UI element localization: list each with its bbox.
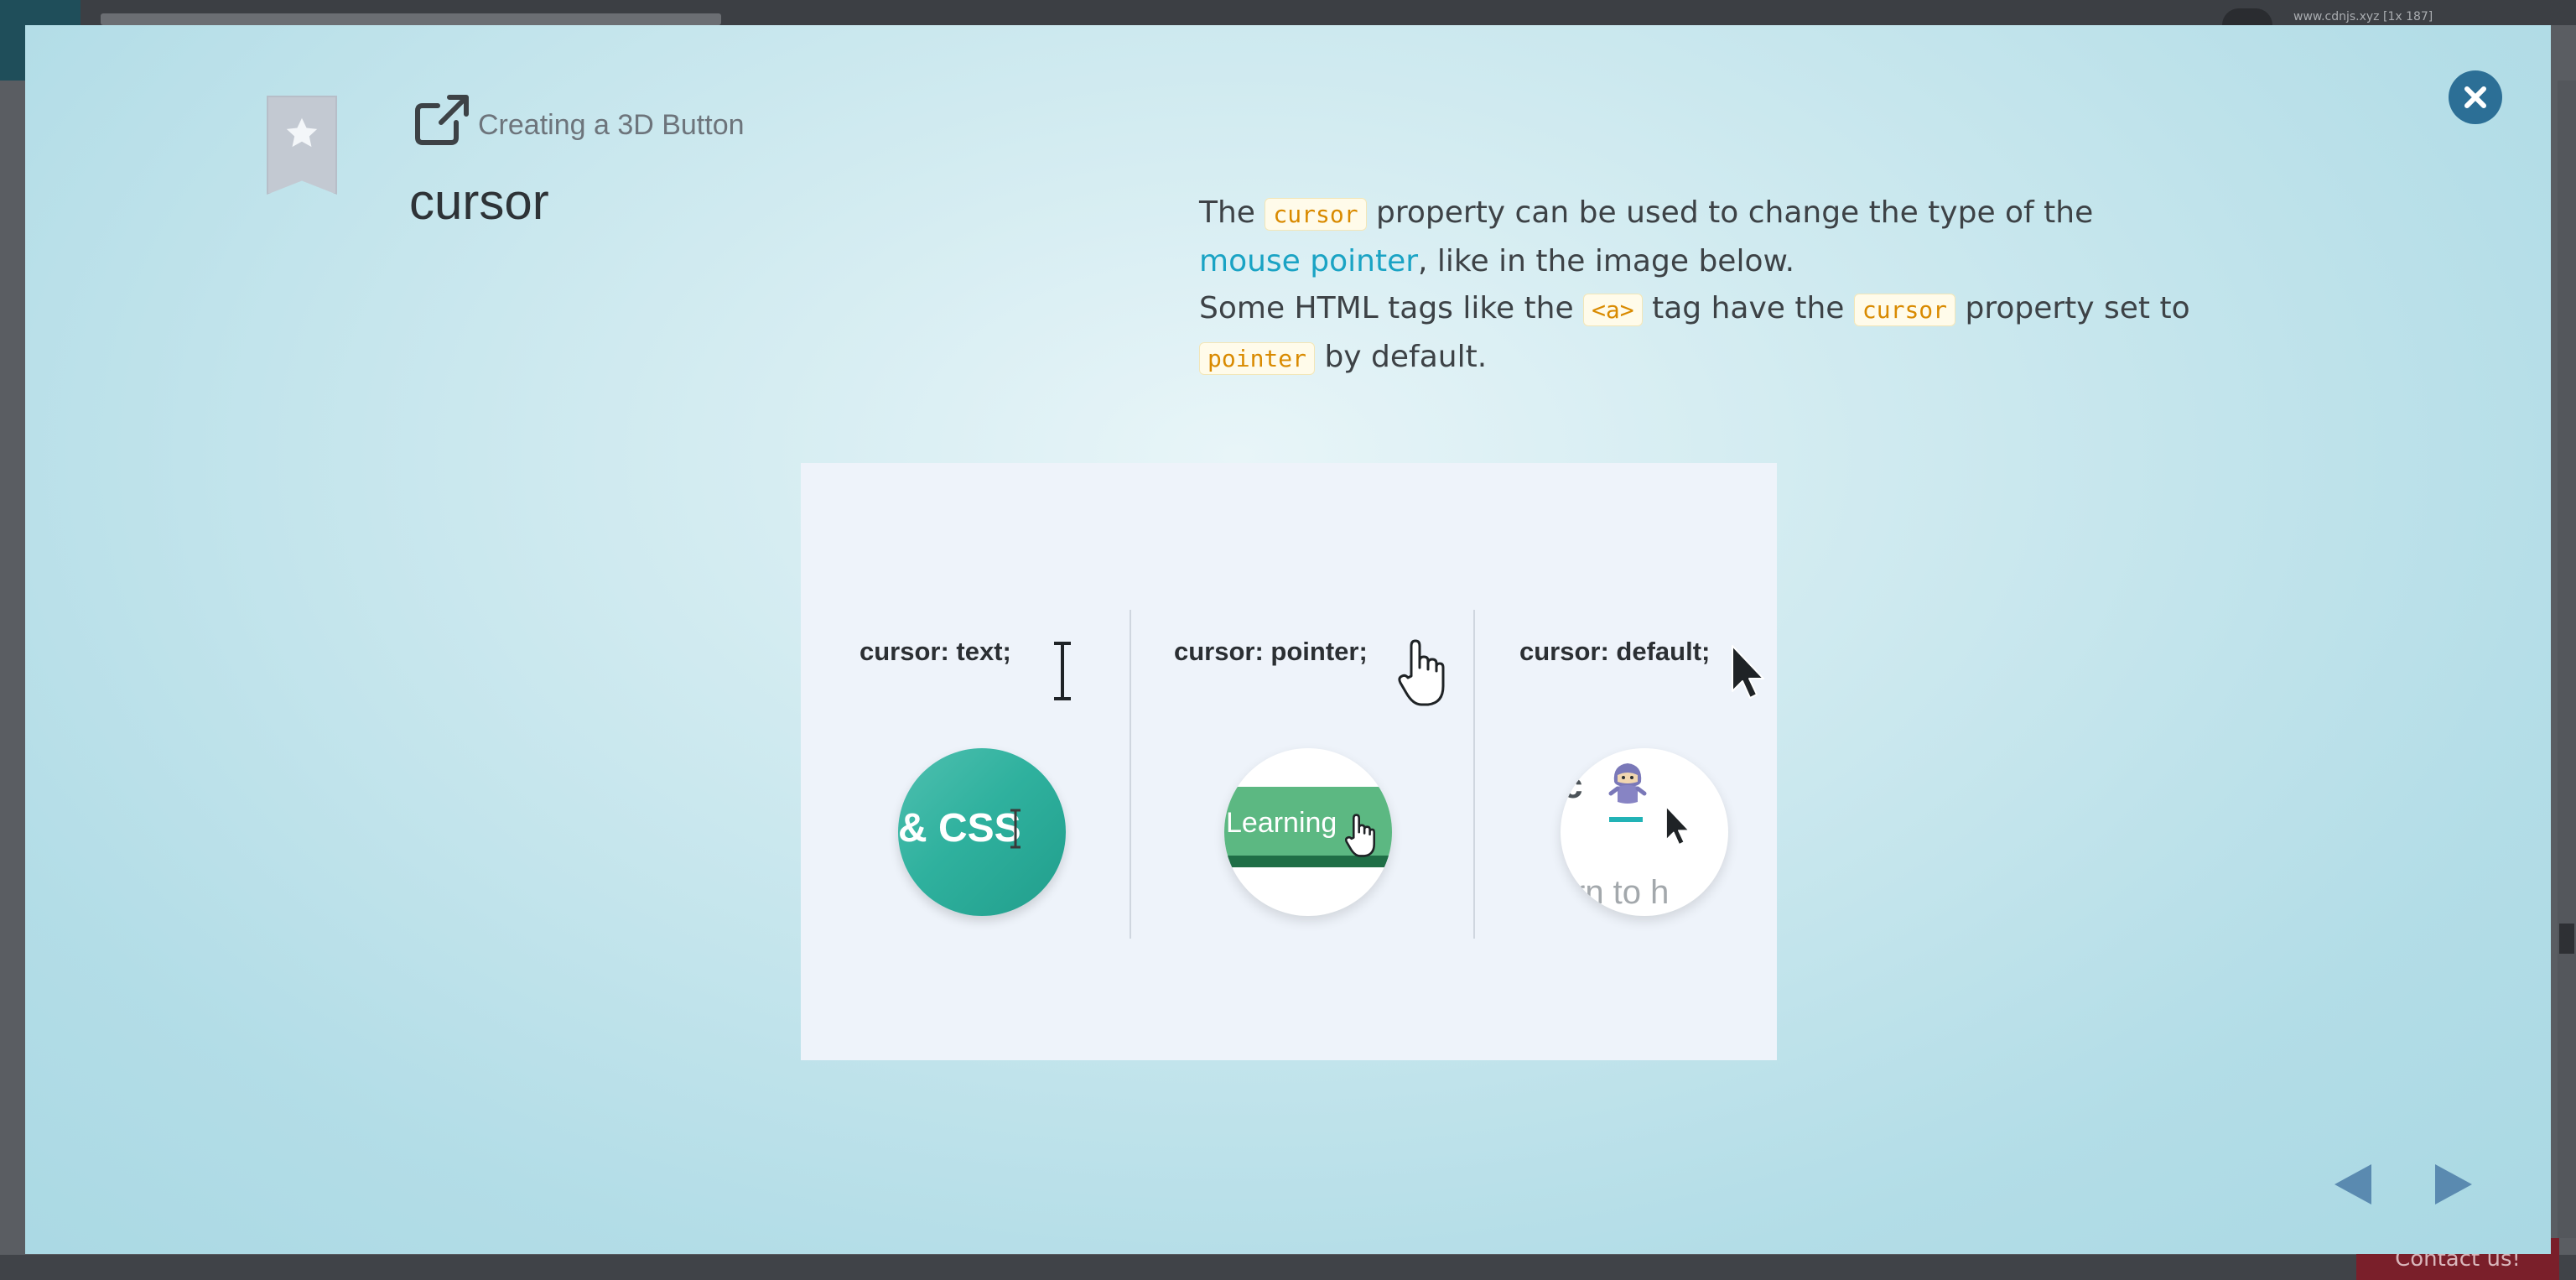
ninja-mascot-icon (1608, 763, 1647, 804)
background-search-bar (101, 13, 721, 25)
description-line-4: pointer by default. (1199, 334, 2256, 382)
code-cursor: cursor (1853, 294, 1956, 326)
cursor-illustration: cursor: text; cursor: pointer; cursor: d… (801, 463, 1777, 1060)
code-cursor: cursor (1265, 198, 1367, 231)
hand-pointer-icon (1398, 639, 1445, 706)
external-link-icon[interactable] (413, 92, 471, 148)
desc-text: , like in the image below. (1418, 244, 1795, 278)
background-bottom-bar (0, 1255, 2576, 1280)
arrow-cursor-icon (1732, 645, 1764, 699)
illustration-divider (1473, 610, 1475, 939)
bookmark-button[interactable] (267, 96, 337, 195)
illustration-divider (1130, 610, 1131, 939)
star-icon (286, 117, 318, 148)
arrow-right-icon[interactable] (2430, 1159, 2477, 1210)
cursor-text-label: cursor: text; (860, 637, 1011, 666)
background-url-text: www.cdnjs.xyz [1x 187] (2293, 10, 2433, 23)
text-cursor-icon (1054, 642, 1071, 700)
lesson-title: Creating a 3D Button (478, 109, 745, 141)
hand-pointer-icon (1345, 814, 1375, 857)
arrow-cursor-icon (1665, 806, 1690, 846)
text-cursor-example: & CSS (898, 748, 1066, 916)
pointer-cursor-example: Learning (1224, 748, 1392, 916)
lesson-modal: Creating a 3D Button cursor The cursor p… (25, 25, 2551, 1254)
circle2-text: Learning (1226, 807, 1337, 839)
description-line-2: mouse pointer, like in the image below. (1199, 238, 2256, 285)
desc-text: property set to (1955, 291, 2190, 325)
desc-text: The (1199, 195, 1265, 230)
desc-text: property can be used to change the type … (1366, 195, 2094, 230)
desc-text: Some HTML tags like the (1199, 291, 1584, 325)
close-button[interactable] (2449, 70, 2502, 124)
page-title: cursor (409, 174, 549, 230)
circle2-button-shadow (1224, 856, 1392, 867)
background-avatar (2222, 8, 2272, 25)
description-line-1: The cursor property can be used to chang… (1199, 190, 2256, 238)
lesson-description: The cursor property can be used to chang… (1199, 190, 2256, 382)
circle3-text: rn to h (1574, 874, 1670, 911)
circle3-underline (1609, 817, 1643, 822)
default-cursor-example: c rn to h (1561, 748, 1728, 916)
cursor-default-label: cursor: default; (1519, 637, 1711, 666)
description-line-3: Some HTML tags like the <a> tag have the… (1199, 285, 2256, 334)
circle1-text: & CSS (898, 806, 1021, 851)
close-icon (2464, 86, 2486, 108)
code-a-tag: <a> (1583, 294, 1643, 326)
arrow-left-icon[interactable] (2329, 1159, 2376, 1210)
circle3-fragment: c (1562, 765, 1583, 806)
code-pointer: pointer (1199, 342, 1316, 375)
text-cursor-icon (1010, 809, 1021, 849)
background-scrollbar (2558, 81, 2576, 1238)
mouse-pointer-link[interactable]: mouse pointer (1199, 244, 1418, 278)
desc-text: tag have the (1642, 291, 1854, 325)
background-scroll-thumb (2559, 924, 2574, 954)
desc-text: by default. (1315, 340, 1488, 374)
cursor-pointer-label: cursor: pointer; (1174, 637, 1368, 666)
